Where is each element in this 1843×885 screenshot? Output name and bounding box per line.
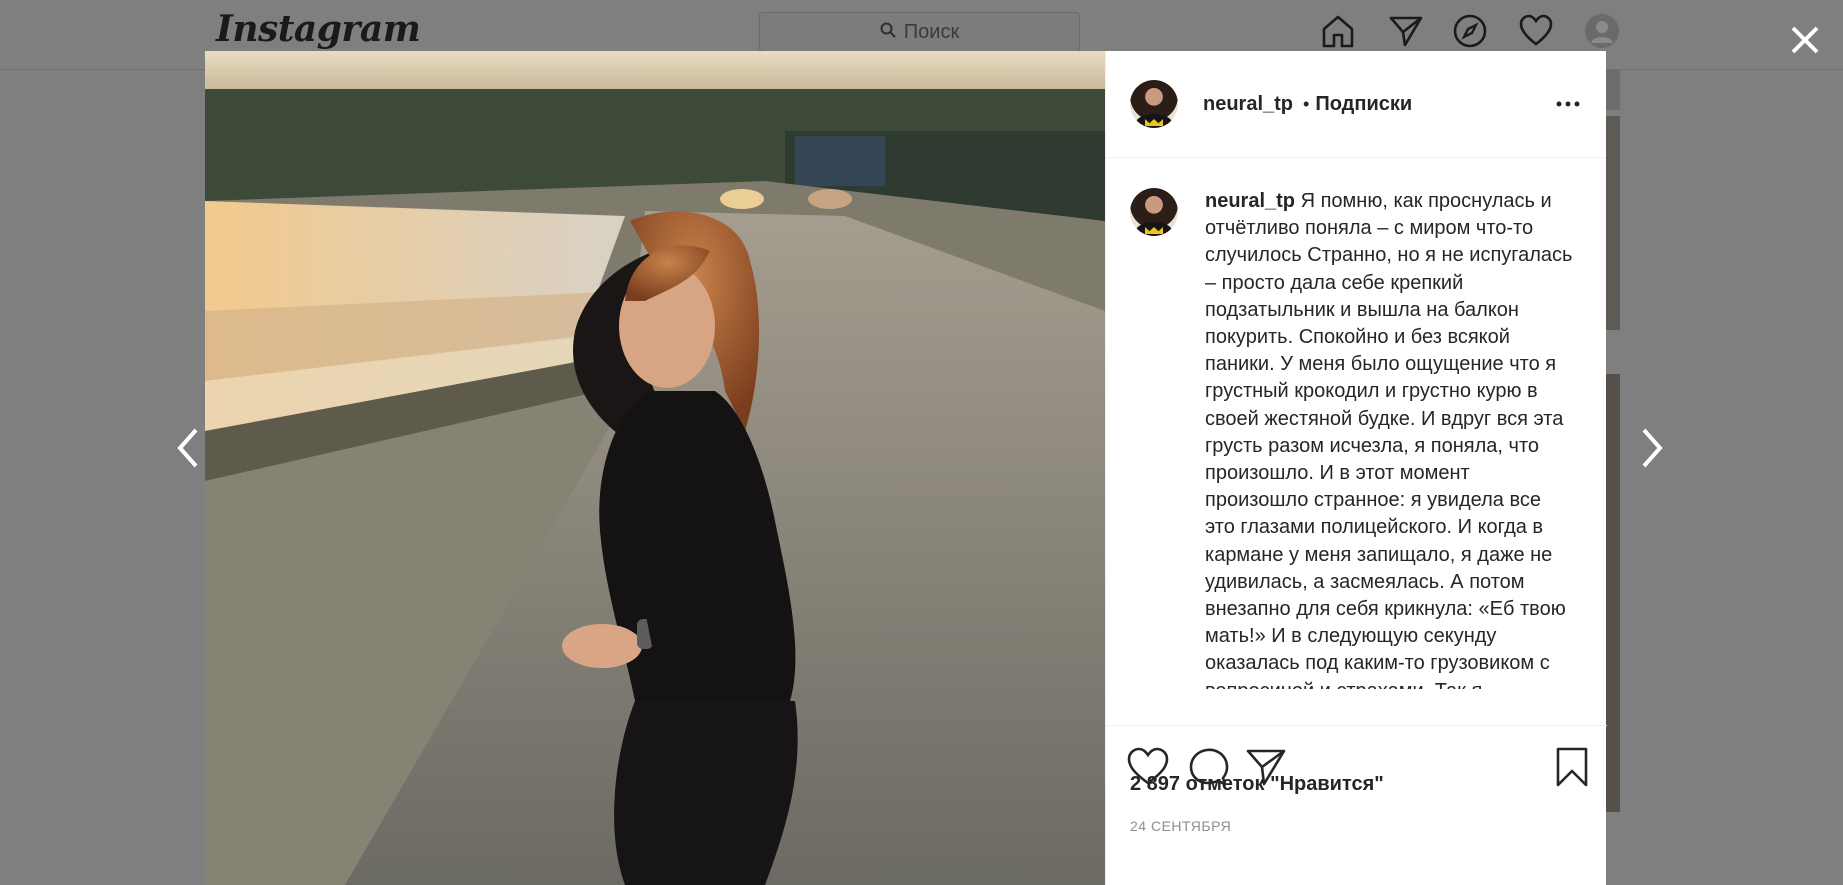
author-avatar[interactable] [1130, 80, 1178, 128]
search-icon [880, 21, 896, 44]
caption-username[interactable]: neural_tp [1205, 190, 1295, 212]
caption-author-avatar[interactable] [1130, 188, 1178, 236]
next-post-arrow[interactable] [1632, 418, 1672, 478]
author-username[interactable]: neural_tp [1203, 93, 1293, 116]
following-button[interactable]: Подписки [1315, 93, 1412, 116]
caption-text-block: neural_tp Я помню, как проснулась и отчё… [1205, 188, 1575, 689]
explore-icon[interactable] [1452, 13, 1488, 49]
separator-dot: • [1303, 93, 1310, 114]
background-post-thumb [1606, 70, 1620, 110]
previous-post-arrow[interactable] [168, 418, 208, 478]
post-side-panel: neural_tp • Подписки neural_tp Я помню, … [1105, 51, 1607, 885]
post-date[interactable]: 24 сентября [1130, 818, 1231, 834]
background-post-thumb [1606, 374, 1620, 812]
post-header: neural_tp • Подписки [1106, 51, 1606, 158]
save-bookmark-icon[interactable] [1550, 745, 1594, 789]
post-modal: neural_tp • Подписки neural_tp Я помню, … [205, 51, 1607, 885]
likes-count[interactable]: 2 897 отметок "Нравится" [1130, 773, 1384, 796]
background-post-thumb [1606, 116, 1620, 330]
home-icon[interactable] [1320, 13, 1356, 49]
caption-body: Я помню, как проснулась и отчётливо поня… [1205, 190, 1573, 689]
post-actions-section [1106, 725, 1607, 871]
caption-section: neural_tp Я помню, как проснулась и отчё… [1106, 159, 1607, 689]
more-options-icon[interactable] [1554, 90, 1582, 118]
close-modal-button[interactable] [1785, 20, 1825, 60]
instagram-logo[interactable]: Instagram [216, 8, 421, 50]
search-placeholder: Поиск [903, 20, 960, 43]
direct-icon[interactable] [1388, 13, 1424, 49]
profile-avatar-icon[interactable] [1584, 13, 1620, 49]
post-photo[interactable] [205, 51, 1105, 885]
activity-heart-icon[interactable] [1518, 13, 1554, 49]
search-input[interactable]: Поиск [759, 12, 1080, 52]
